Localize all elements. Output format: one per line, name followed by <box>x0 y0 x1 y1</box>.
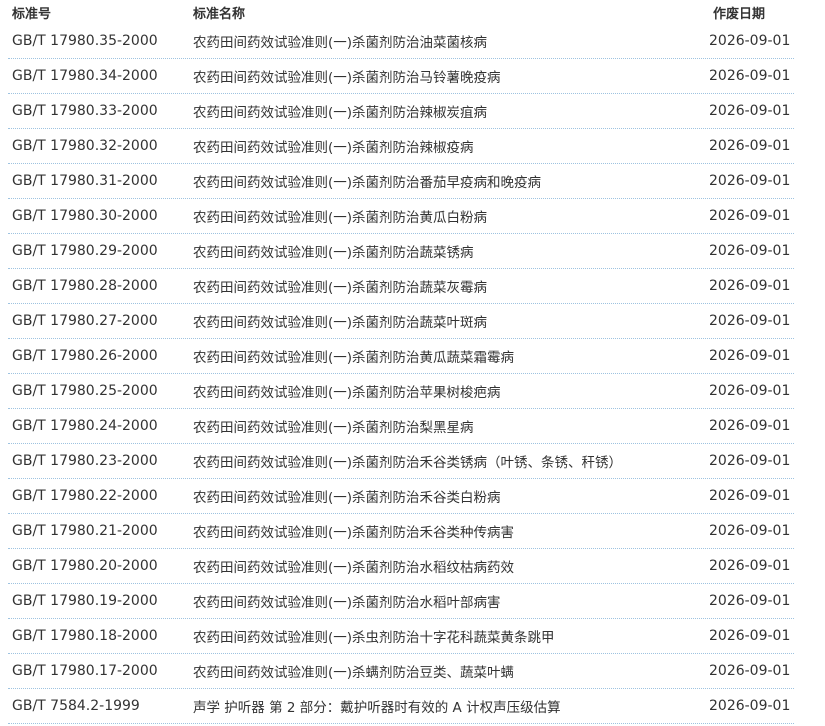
standard-code-link[interactable]: GB/T 17980.20-2000 <box>8 558 189 574</box>
abolish-date: 2026-09-01 <box>709 313 791 329</box>
standard-name-link[interactable]: 农药田间药效试验准则(一)杀螨剂防治豆类、蔬菜叶螨 <box>189 661 709 681</box>
table-row[interactable]: GB/T 17980.35-2000 农药田间药效试验准则(一)杀菌剂防治油菜菌核… <box>8 24 794 59</box>
table-row[interactable]: GB/T 17980.29-2000 农药田间药效试验准则(一)杀菌剂防治蔬菜锈病… <box>8 234 794 269</box>
table-row[interactable]: GB/T 17980.22-2000 农药田间药效试验准则(一)杀菌剂防治禾谷类白… <box>8 479 794 514</box>
standard-code-link[interactable]: GB/T 17980.17-2000 <box>8 663 189 679</box>
header-code: 标准号 <box>12 6 52 22</box>
standard-name-link[interactable]: 农药田间药效试验准则(一)杀菌剂防治蔬菜叶斑病 <box>189 311 709 331</box>
table-row[interactable]: GB/T 7584.2-1999 声学 护听器 第 2 部分：戴护听器时有效的 A… <box>8 689 794 724</box>
table-header: 标准号 标准名称 作废日期 <box>8 0 794 24</box>
table-row[interactable]: GB/T 17980.31-2000 农药田间药效试验准则(一)杀菌剂防治番茄早疫… <box>8 164 794 199</box>
standard-code-link[interactable]: GB/T 17980.21-2000 <box>8 523 189 539</box>
standard-code-link[interactable]: GB/T 17980.35-2000 <box>8 33 189 49</box>
abolish-date: 2026-09-01 <box>709 593 791 609</box>
standard-name-link[interactable]: 农药田间药效试验准则(一)杀菌剂防治油菜菌核病 <box>189 31 709 51</box>
standard-name-link[interactable]: 农药田间药效试验准则(一)杀菌剂防治苹果树梭疤病 <box>189 381 709 401</box>
standard-name-link[interactable]: 农药田间药效试验准则(一)杀菌剂防治黄瓜蔬菜霜霉病 <box>189 346 709 366</box>
abolish-date: 2026-09-01 <box>709 453 791 469</box>
abolish-date: 2026-09-01 <box>709 103 791 119</box>
standard-code-link[interactable]: GB/T 17980.31-2000 <box>8 173 189 189</box>
header-date: 作废日期 <box>713 6 766 22</box>
abolish-date: 2026-09-01 <box>709 488 791 504</box>
table-row[interactable]: GB/T 17980.17-2000 农药田间药效试验准则(一)杀螨剂防治豆类、蔬… <box>8 654 794 689</box>
standard-name-link[interactable]: 农药田间药效试验准则(一)杀菌剂防治蔬菜锈病 <box>189 241 709 261</box>
standard-name-link[interactable]: 农药田间药效试验准则(一)杀菌剂防治水稻叶部病害 <box>189 591 709 611</box>
abolish-date: 2026-09-01 <box>709 698 791 714</box>
table-row[interactable]: GB/T 17980.27-2000 农药田间药效试验准则(一)杀菌剂防治蔬菜叶斑… <box>8 304 794 339</box>
standard-name-link[interactable]: 农药田间药效试验准则(一)杀菌剂防治水稻纹枯病药效 <box>189 556 709 576</box>
table-row[interactable]: GB/T 17980.23-2000 农药田间药效试验准则(一)杀菌剂防治禾谷类锈… <box>8 444 794 479</box>
abolish-date: 2026-09-01 <box>709 68 791 84</box>
abolish-date: 2026-09-01 <box>709 138 791 154</box>
standard-code-link[interactable]: GB/T 17980.30-2000 <box>8 208 189 224</box>
standard-code-link[interactable]: GB/T 17980.19-2000 <box>8 593 189 609</box>
abolish-date: 2026-09-01 <box>709 243 791 259</box>
abolish-date: 2026-09-01 <box>709 523 791 539</box>
table-row[interactable]: GB/T 17980.25-2000 农药田间药效试验准则(一)杀菌剂防治苹果树梭… <box>8 374 794 409</box>
standard-code-link[interactable]: GB/T 17980.22-2000 <box>8 488 189 504</box>
table-row[interactable]: GB/T 17980.21-2000 农药田间药效试验准则(一)杀菌剂防治禾谷类种… <box>8 514 794 549</box>
standard-name-link[interactable]: 农药田间药效试验准则(一)杀虫剂防治十字花科蔬菜黄条跳甲 <box>189 626 709 646</box>
standard-code-link[interactable]: GB/T 17980.28-2000 <box>8 278 189 294</box>
standard-code-link[interactable]: GB/T 17980.34-2000 <box>8 68 189 84</box>
table-row[interactable]: GB/T 17980.24-2000 农药田间药效试验准则(一)杀菌剂防治梨黑星病… <box>8 409 794 444</box>
standard-code-link[interactable]: GB/T 7584.2-1999 <box>8 698 189 714</box>
abolish-date: 2026-09-01 <box>709 33 791 49</box>
standard-name-link[interactable]: 农药田间药效试验准则(一)杀菌剂防治禾谷类锈病（叶锈、条锈、秆锈） <box>189 451 709 471</box>
standard-name-link[interactable]: 农药田间药效试验准则(一)杀菌剂防治辣椒疫病 <box>189 136 709 156</box>
table-row[interactable]: GB/T 17980.30-2000 农药田间药效试验准则(一)杀菌剂防治黄瓜白粉… <box>8 199 794 234</box>
abolish-date: 2026-09-01 <box>709 383 791 399</box>
table-row[interactable]: GB/T 17980.34-2000 农药田间药效试验准则(一)杀菌剂防治马铃薯晚… <box>8 59 794 94</box>
table-row[interactable]: GB/T 17980.18-2000 农药田间药效试验准则(一)杀虫剂防治十字花科… <box>8 619 794 654</box>
abolish-date: 2026-09-01 <box>709 418 791 434</box>
table-row[interactable]: GB/T 17980.19-2000 农药田间药效试验准则(一)杀菌剂防治水稻叶部… <box>8 584 794 619</box>
standard-code-link[interactable]: GB/T 17980.29-2000 <box>8 243 189 259</box>
standard-name-link[interactable]: 声学 护听器 第 2 部分：戴护听器时有效的 A 计权声压级估算 <box>189 696 709 716</box>
table-row[interactable]: GB/T 17980.20-2000 农药田间药效试验准则(一)杀菌剂防治水稻纹枯… <box>8 549 794 584</box>
table-row[interactable]: GB/T 17980.32-2000 农药田间药效试验准则(一)杀菌剂防治辣椒疫病… <box>8 129 794 164</box>
abolish-date: 2026-09-01 <box>709 348 791 364</box>
standard-code-link[interactable]: GB/T 17980.25-2000 <box>8 383 189 399</box>
table-row[interactable]: GB/T 17980.26-2000 农药田间药效试验准则(一)杀菌剂防治黄瓜蔬菜… <box>8 339 794 374</box>
abolish-date: 2026-09-01 <box>709 208 791 224</box>
standard-code-link[interactable]: GB/T 17980.26-2000 <box>8 348 189 364</box>
standard-name-link[interactable]: 农药田间药效试验准则(一)杀菌剂防治蔬菜灰霉病 <box>189 276 709 296</box>
standards-table: 标准号 标准名称 作废日期 GB/T 17980.35-2000 农药田间药效试验… <box>8 0 794 724</box>
abolish-date: 2026-09-01 <box>709 558 791 574</box>
abolish-date: 2026-09-01 <box>709 628 791 644</box>
standard-code-link[interactable]: GB/T 17980.23-2000 <box>8 453 189 469</box>
standard-code-link[interactable]: GB/T 17980.27-2000 <box>8 313 189 329</box>
table-row[interactable]: GB/T 17980.33-2000 农药田间药效试验准则(一)杀菌剂防治辣椒炭疽… <box>8 94 794 129</box>
standard-name-link[interactable]: 农药田间药效试验准则(一)杀菌剂防治辣椒炭疽病 <box>189 101 709 121</box>
standard-code-link[interactable]: GB/T 17980.18-2000 <box>8 628 189 644</box>
abolish-date: 2026-09-01 <box>709 173 791 189</box>
standard-code-link[interactable]: GB/T 17980.24-2000 <box>8 418 189 434</box>
standard-name-link[interactable]: 农药田间药效试验准则(一)杀菌剂防治禾谷类种传病害 <box>189 521 709 541</box>
standard-name-link[interactable]: 农药田间药效试验准则(一)杀菌剂防治番茄早疫病和晚疫病 <box>189 171 709 191</box>
table-row[interactable]: GB/T 17980.28-2000 农药田间药效试验准则(一)杀菌剂防治蔬菜灰霉… <box>8 269 794 304</box>
standard-name-link[interactable]: 农药田间药效试验准则(一)杀菌剂防治黄瓜白粉病 <box>189 206 709 226</box>
standard-name-link[interactable]: 农药田间药效试验准则(一)杀菌剂防治梨黑星病 <box>189 416 709 436</box>
standard-code-link[interactable]: GB/T 17980.32-2000 <box>8 138 189 154</box>
table-body: GB/T 17980.35-2000 农药田间药效试验准则(一)杀菌剂防治油菜菌核… <box>8 24 794 724</box>
standard-name-link[interactable]: 农药田间药效试验准则(一)杀菌剂防治马铃薯晚疫病 <box>189 66 709 86</box>
standard-code-link[interactable]: GB/T 17980.33-2000 <box>8 103 189 119</box>
header-name: 标准名称 <box>193 6 246 22</box>
abolish-date: 2026-09-01 <box>709 278 791 294</box>
abolish-date: 2026-09-01 <box>709 663 791 679</box>
standard-name-link[interactable]: 农药田间药效试验准则(一)杀菌剂防治禾谷类白粉病 <box>189 486 709 506</box>
